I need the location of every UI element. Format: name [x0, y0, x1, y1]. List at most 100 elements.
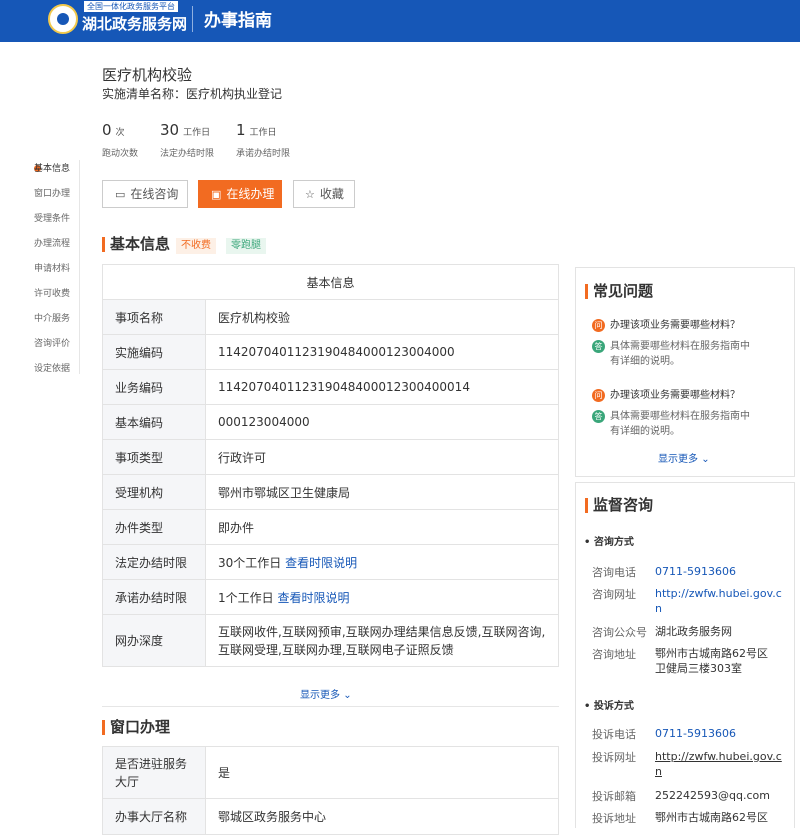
show-more-basic[interactable]: 显示更多 ⌄	[300, 686, 352, 701]
faq-question-text: 办理该项业务需要哪些材料？	[610, 320, 740, 331]
favorite-label: 收藏	[319, 187, 344, 201]
row-value: 鄂州市鄂城区卫生健康局	[205, 474, 559, 510]
no-fee-badge: 不收费	[176, 238, 216, 254]
emblem-icon[interactable]	[48, 4, 78, 34]
consult-button[interactable]: ▭ 在线咨询	[102, 180, 188, 208]
table-row: 业务编码 114207040112319048400012300400014	[102, 369, 559, 405]
table-row: 承诺办结时限 1个工作日 查看时限说明	[102, 579, 559, 615]
faq-panel: 常见问题 问办理该项业务需要哪些材料？ 答具体需要哪些材料在服务指南中 有详细的…	[575, 267, 795, 477]
faq-answer-line1: 具体需要哪些材料在服务指南中	[610, 411, 750, 422]
faq-heading: 常见问题	[585, 284, 653, 299]
faq-question[interactable]: 问办理该项业务需要哪些材料？	[592, 388, 740, 403]
consult-site-line2: n	[655, 602, 662, 615]
side-nav-item-window[interactable]: 窗口办理	[34, 186, 70, 199]
table-header-row: 基本信息	[102, 264, 559, 300]
consult-address: 鄂州市古城南路62号区 卫健局三楼303室	[655, 646, 768, 676]
faq-answer: 答具体需要哪些材料在服务指南中	[592, 409, 750, 424]
row-value: 30个工作日 查看时限说明	[205, 544, 559, 580]
favorite-button[interactable]: ☆ 收藏	[293, 180, 355, 208]
table-row: 是否进驻服务大厅 是	[102, 746, 559, 799]
answer-icon: 答	[592, 339, 605, 353]
stat-unit: 次	[115, 128, 125, 138]
chevron-down-icon: ⌄	[701, 454, 710, 465]
zero-trip-badge: 零跑腿	[226, 238, 266, 254]
complain-site-link[interactable]: http://zwfw.hubei.gov.c n	[655, 749, 782, 779]
chevron-down-icon: ⌄	[343, 690, 352, 701]
consult-method-title: • 咨询方式	[584, 537, 634, 548]
site-logo-text[interactable]: 湖北政务服务网	[82, 13, 187, 34]
top-bar: 全国一体化政务服务平台 湖北政务服务网 办事指南	[0, 0, 800, 42]
page-title: 医疗机构校验	[102, 66, 193, 84]
promise-limit-link[interactable]: 查看时限说明	[277, 591, 349, 605]
supervise-heading: 监督咨询	[585, 498, 653, 513]
side-nav-item-agency[interactable]: 中介服务	[34, 311, 70, 324]
window-heading: 窗口办理	[102, 720, 170, 735]
side-nav-item-evaluation[interactable]: 咨询评价	[34, 336, 70, 349]
legal-limit-link[interactable]: 查看时限说明	[285, 556, 357, 570]
section-title: 办事指南	[204, 11, 272, 31]
row-value: 医疗机构校验	[205, 299, 559, 335]
consult-site-label: 咨询网址	[592, 588, 636, 601]
side-nav-line	[79, 160, 80, 374]
basic-info-heading: 基本信息	[102, 237, 170, 252]
row-value: 1个工作日 查看时限说明	[205, 579, 559, 615]
header-divider	[192, 6, 193, 32]
stat-promise-limit: 1 工作日 承诺办结时限	[236, 120, 290, 159]
consult-addr-label: 咨询地址	[592, 648, 636, 661]
row-value: 行政许可	[205, 439, 559, 475]
faq-question[interactable]: 问办理该项业务需要哪些材料？	[592, 318, 740, 333]
stat-value: 1	[236, 121, 246, 139]
row-value: 是	[205, 746, 559, 799]
legal-limit-value: 30个工作日	[218, 555, 282, 570]
row-label: 网办深度	[102, 614, 206, 667]
row-value: 11420704011231904840001230040​00	[205, 334, 559, 370]
stat-value: 0	[102, 121, 112, 139]
list-name: 实施清单名称：医疗机构执业登记	[102, 87, 283, 101]
stat-caption: 法定办结时限	[160, 149, 215, 159]
apply-icon: ▣	[211, 188, 222, 201]
complain-mail[interactable]: 252242593@qq.com	[655, 788, 770, 803]
complain-site-label: 投诉网址	[592, 751, 636, 764]
consult-method-label: 咨询方式	[593, 537, 634, 548]
show-more-faq[interactable]: 显示更多 ⌄	[658, 450, 710, 465]
consult-site-link[interactable]: http://zwfw.hubei.gov.c n	[655, 586, 782, 616]
row-label: 受理机构	[102, 474, 206, 510]
side-nav-item-conditions[interactable]: 受理条件	[34, 211, 70, 224]
side-nav-item-basis[interactable]: 设定依据	[34, 361, 70, 374]
table-row: 基本编码 000123004000	[102, 404, 559, 440]
complain-phone[interactable]: 0711-5913606	[655, 726, 736, 741]
faq-answer-line2: 有详细的说明。	[610, 356, 680, 367]
window-table: 是否进驻服务大厅 是 办事大厅名称 鄂城区政务服务中心	[102, 746, 559, 835]
answer-icon: 答	[592, 409, 605, 423]
table-row: 办件类型 即办件	[102, 509, 559, 545]
table-title: 基本信息	[102, 264, 559, 300]
stat-unit: 工作日	[249, 128, 277, 138]
table-row: 事项名称 医疗机构校验	[102, 299, 559, 335]
faq-answer: 答具体需要哪些材料在服务指南中	[592, 339, 750, 354]
row-value: 即办件	[205, 509, 559, 545]
show-more-label: 显示更多	[300, 690, 340, 701]
stat-caption: 承诺办结时限	[236, 149, 291, 159]
basic-info-table: 基本信息 事项名称 医疗机构校验 实施编码 114207040112319048…	[102, 264, 559, 667]
show-more-label: 显示更多	[658, 454, 698, 465]
table-row: 事项类型 行政许可	[102, 439, 559, 475]
side-nav-item-basic[interactable]: 基本信息	[34, 161, 70, 174]
row-value: 114207040112319048400012300400014	[205, 369, 559, 405]
row-label: 办件类型	[102, 509, 206, 545]
table-row: 受理机构 鄂州市鄂城区卫生健康局	[102, 474, 559, 510]
table-row: 法定办结时限 30个工作日 查看时限说明	[102, 544, 559, 580]
side-nav-item-materials[interactable]: 申请材料	[34, 261, 70, 274]
stat-legal-limit: 30 工作日 法定办结时限	[160, 120, 214, 159]
complain-site-line1: http://zwfw.hubei.gov.c	[655, 750, 782, 763]
side-nav-item-process[interactable]: 办理流程	[34, 236, 70, 249]
consult-phone[interactable]: 0711-5913606	[655, 564, 736, 579]
online-label: 在线办理	[226, 187, 275, 201]
online-apply-button[interactable]: ▣ 在线办理	[198, 180, 282, 208]
row-value: 鄂城区政务服务中心	[205, 798, 559, 835]
side-nav-item-fees[interactable]: 许可收费	[34, 286, 70, 299]
consult-wechat-label: 咨询公众号	[592, 626, 647, 639]
row-value: 000123004000	[205, 404, 559, 440]
stat-value: 30	[160, 121, 180, 139]
chat-icon: ▭	[115, 188, 126, 201]
row-value: 互联网收件,互联网预审,互联网办理结果信息反馈,互联网咨询,互联网受理,互联网办…	[205, 614, 559, 667]
